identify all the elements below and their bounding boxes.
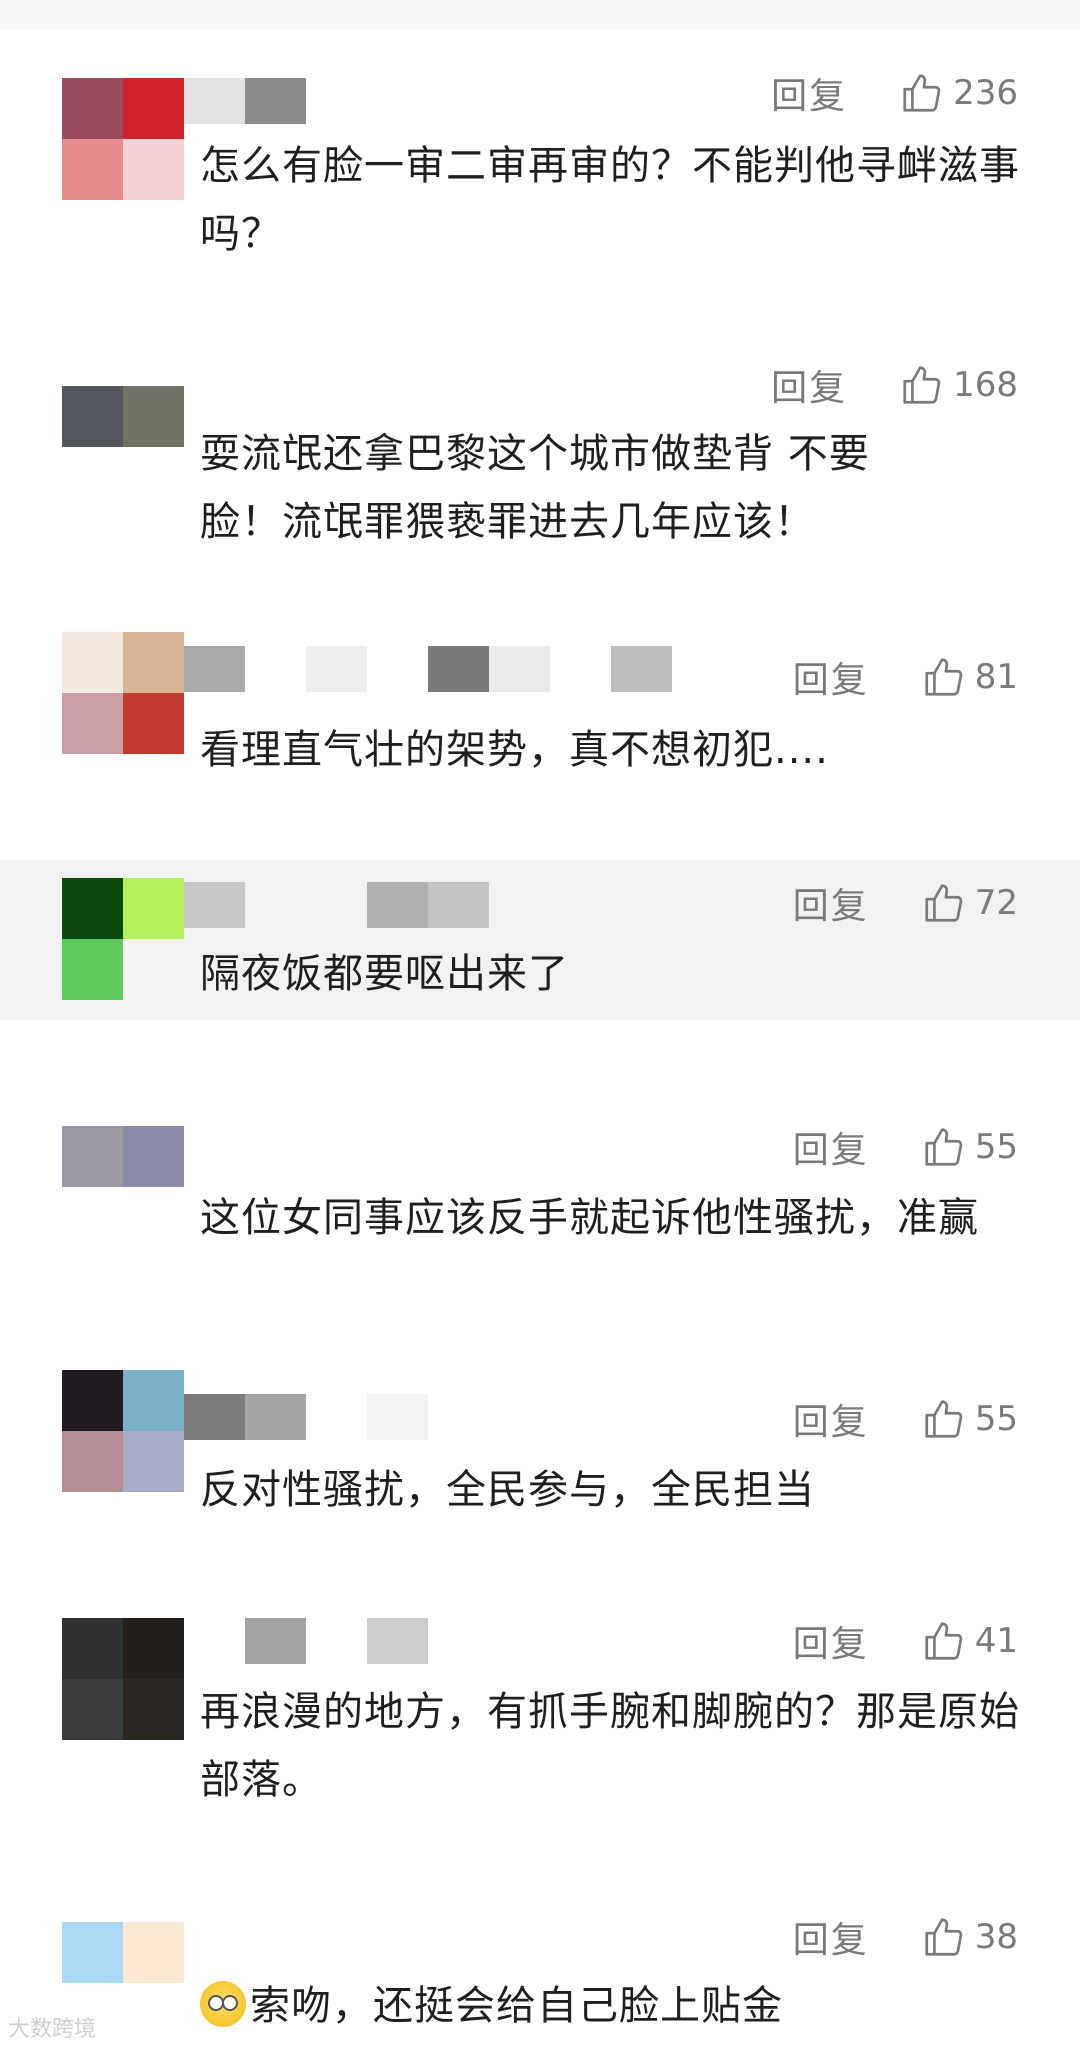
reply-button[interactable]: 回复 [793, 1121, 869, 1173]
like-count: 41 [974, 1621, 1018, 1661]
like-count: 81 [974, 657, 1018, 697]
reply-button[interactable]: 回复 [793, 1393, 869, 1445]
reply-button[interactable]: 回复 [793, 877, 869, 929]
comment-text: 隔夜饭都要呕出来了 [200, 951, 569, 997]
thumbs-up-icon [903, 74, 941, 112]
comment-text: 看理直气壮的架势，真不想初犯.... [200, 727, 829, 773]
username-blurred[interactable] [184, 1618, 428, 1664]
thumbs-up-icon [925, 1128, 962, 1166]
username-blurred[interactable] [184, 882, 489, 928]
comment-text: 再浪漫的地方，有抓手腕和脚腕的？那是原始部落。 [200, 1689, 1020, 1803]
comment-item: 回复 72 隔夜饭都要呕出来了 [0, 860, 1080, 1020]
comment-actions: 回复 55 [793, 1122, 1018, 1172]
like-count: 55 [974, 1399, 1018, 1439]
comment-actions: 回复 236 [771, 68, 1018, 118]
like-button[interactable]: 55 [921, 1124, 1018, 1170]
avatar[interactable] [62, 1370, 184, 1492]
avatar[interactable] [62, 1618, 184, 1740]
comment-actions: 回复 81 [793, 652, 1018, 702]
comment-actions: 回复 72 [793, 878, 1018, 928]
thumbs-up-icon [925, 1918, 962, 1956]
avatar[interactable] [62, 386, 184, 508]
comment-text: 反对性骚扰，全民参与，全民担当 [200, 1467, 815, 1513]
comment-item: 回复 55 反对性骚扰，全民参与，全民担当 [0, 1340, 1080, 1590]
comment-actions: 回复 41 [793, 1616, 1018, 1666]
comment-item: 回复 38 索吻，还挺会给自己脸上贴金 [0, 1900, 1080, 2051]
reply-button[interactable]: 回复 [793, 651, 869, 703]
like-button[interactable]: 81 [921, 654, 1018, 700]
like-button[interactable]: 41 [921, 1618, 1018, 1664]
comment-text: 索吻，还挺会给自己脸上贴金 [250, 1983, 783, 2029]
like-button[interactable]: 236 [899, 70, 1018, 116]
reply-button[interactable]: 回复 [771, 359, 847, 411]
like-button[interactable]: 55 [921, 1396, 1018, 1442]
thumbs-up-icon [925, 884, 962, 922]
username-blurred[interactable] [184, 646, 672, 692]
comment-actions: 回复 38 [793, 1912, 1018, 1962]
comment-text-line: 索吻，还挺会给自己脸上贴金 [200, 1972, 1020, 2040]
comment-item: 回复 41 再浪漫的地方，有抓手腕和脚腕的？那是原始部落。 [0, 1590, 1080, 1900]
avatar[interactable] [62, 78, 184, 200]
like-count: 72 [974, 883, 1018, 923]
like-count: 236 [953, 73, 1018, 113]
avatar[interactable] [62, 632, 184, 754]
comment-item: 回复 55 这位女同事应该反手就起诉他性骚扰，准赢 [0, 1020, 1080, 1340]
like-button[interactable]: 38 [921, 1914, 1018, 1960]
comment-item: 回复 236 怎么有脸一审二审再审的？不能判他寻衅滋事吗？ [0, 0, 1080, 280]
reply-button[interactable]: 回复 [793, 1615, 869, 1667]
like-button[interactable]: 168 [899, 362, 1018, 408]
thumbs-up-icon [925, 1622, 962, 1660]
username-blurred[interactable] [184, 1394, 428, 1440]
reply-button[interactable]: 回复 [793, 1911, 869, 1963]
like-button[interactable]: 72 [921, 880, 1018, 926]
avatar[interactable] [62, 1126, 184, 1248]
comment-actions: 回复 55 [793, 1394, 1018, 1444]
comment-item: 回复 168 耍流氓还拿巴黎这个城市做垫背 不要脸！流氓罪猥亵罪进去几年应该！ [0, 280, 1080, 610]
thumbs-up-icon [925, 1400, 962, 1438]
comment-text: 耍流氓还拿巴黎这个城市做垫背 不要脸！流氓罪猥亵罪进去几年应该！ [200, 431, 870, 545]
comment-actions: 回复 168 [771, 360, 1018, 410]
comment-text: 这位女同事应该反手就起诉他性骚扰，准赢 [200, 1195, 979, 1241]
avatar[interactable] [62, 878, 184, 1000]
comment-item: 回复 81 看理直气壮的架势，真不想初犯.... [0, 610, 1080, 855]
like-count: 168 [953, 365, 1018, 405]
watermark: 大数跨境 [8, 2017, 97, 2042]
username-blurred[interactable] [184, 78, 306, 124]
like-count: 55 [974, 1127, 1018, 1167]
thumbs-up-icon [903, 366, 941, 404]
eye-roll-emoji-icon [200, 1981, 246, 2027]
like-count: 38 [974, 1917, 1018, 1957]
reply-button[interactable]: 回复 [771, 67, 847, 119]
thumbs-up-icon [925, 658, 962, 696]
comment-text: 怎么有脸一审二审再审的？不能判他寻衅滋事吗？ [200, 143, 1020, 257]
